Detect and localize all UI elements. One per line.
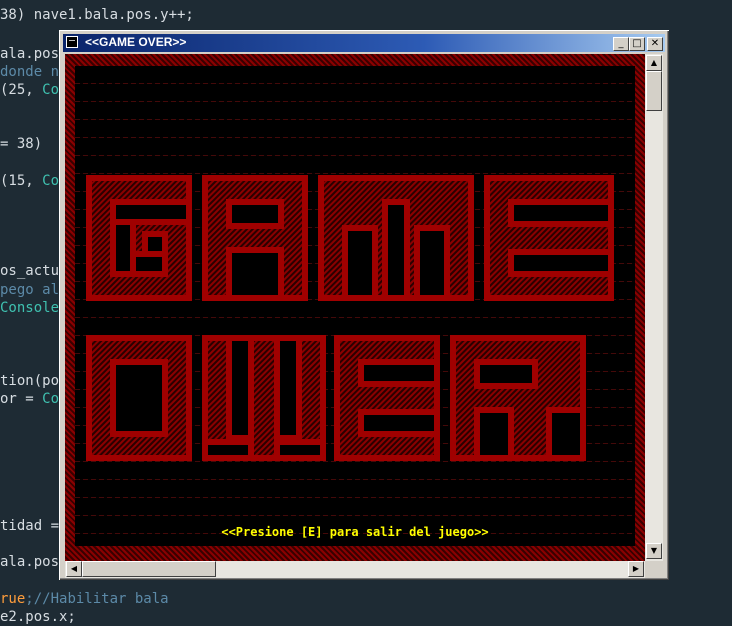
console-window: <<GAME OVER>> _ □ ✕ <<Presione [E] para … [59,30,669,580]
exit-prompt: <<Presione [E] para salir del juego>> [221,525,489,539]
code-line: pego al [0,282,60,298]
code-line: 38) nave1.bala.pos.y++; [0,7,194,23]
game-over-logo [86,175,614,461]
code-line: tidad == [0,518,68,534]
code-line: = 38) [0,136,43,152]
title-bar[interactable]: <<GAME OVER>> _ □ ✕ [63,34,665,52]
minimize-button[interactable]: _ [613,37,629,51]
resize-corner[interactable] [645,561,663,578]
horizontal-scroll-thumb[interactable] [82,561,216,577]
code-line: donde no [0,64,68,80]
code-line: Console [0,300,60,316]
scroll-left-button[interactable]: ◀ [66,561,82,577]
code-line: or = Con [0,391,68,407]
code-line: os_actua [0,263,68,279]
maximize-button[interactable]: □ [629,37,645,51]
horizontal-scrollbar[interactable]: ◀ ▶ [65,561,645,578]
game-screen: <<Presione [E] para salir del juego>> [75,66,635,546]
console-app-icon[interactable] [66,36,78,48]
logo-letter-e2 [334,335,440,461]
logo-letter-m [318,175,474,301]
code-line: ala.pos. [0,554,68,570]
logo-letter-v [202,335,326,461]
logo-letter-o [86,335,192,461]
code-line: tion(pos [0,373,68,389]
scroll-up-button[interactable]: ▲ [646,55,662,71]
scroll-down-button[interactable]: ▼ [646,543,662,559]
logo-letter-e [484,175,614,301]
logo-letter-g [86,175,192,301]
code-line: ala.pos. [0,46,68,62]
scroll-right-button[interactable]: ▶ [628,561,644,577]
console-output[interactable]: <<Presione [E] para salir del juego>> [65,54,645,561]
game-border-frame: <<Presione [E] para salir del juego>> [65,54,645,561]
logo-letter-a [202,175,308,301]
vertical-scrollbar[interactable]: ▲ ▼ [645,54,663,561]
code-line: e2.pos.x; [0,609,76,625]
vertical-scroll-thumb[interactable] [646,71,662,111]
window-title: <<GAME OVER>> [85,35,187,49]
code-line: (25, Con [0,82,68,98]
code-line: (15, Con [0,173,68,189]
code-line: rue;//Habilitar bala [0,591,169,607]
logo-letter-r [450,335,586,461]
close-button[interactable]: ✕ [647,37,663,51]
